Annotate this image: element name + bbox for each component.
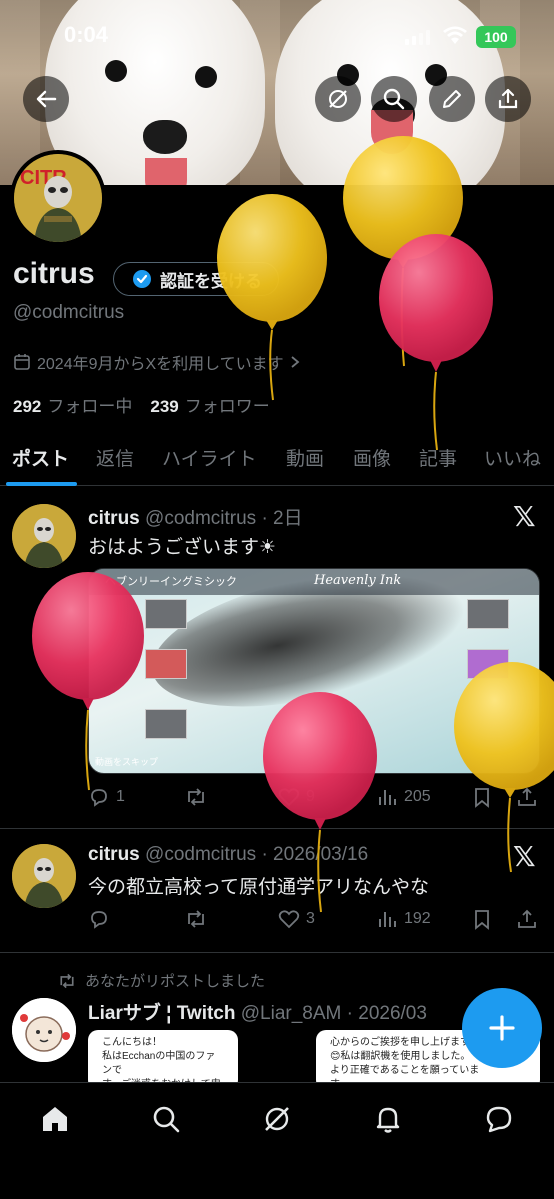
nav-home[interactable] <box>37 1101 73 1137</box>
balloon-pink <box>379 234 493 451</box>
grok-icon <box>265 1107 289 1131</box>
search-icon <box>153 1106 180 1133</box>
bell-icon <box>376 1107 400 1133</box>
balloon-pink <box>32 572 144 791</box>
nav-grok[interactable] <box>259 1101 295 1137</box>
nav-messages[interactable] <box>481 1101 517 1137</box>
bottom-navigation <box>0 1082 554 1199</box>
chat-bubble-icon <box>486 1106 512 1133</box>
balloon-overlay <box>32 136 554 913</box>
nav-search[interactable] <box>148 1101 184 1137</box>
balloon-yellow <box>217 194 327 401</box>
balloon-pink <box>263 692 377 913</box>
home-icon <box>43 1107 67 1131</box>
balloon-yellow <box>454 662 554 873</box>
nav-notifications[interactable] <box>370 1101 406 1137</box>
